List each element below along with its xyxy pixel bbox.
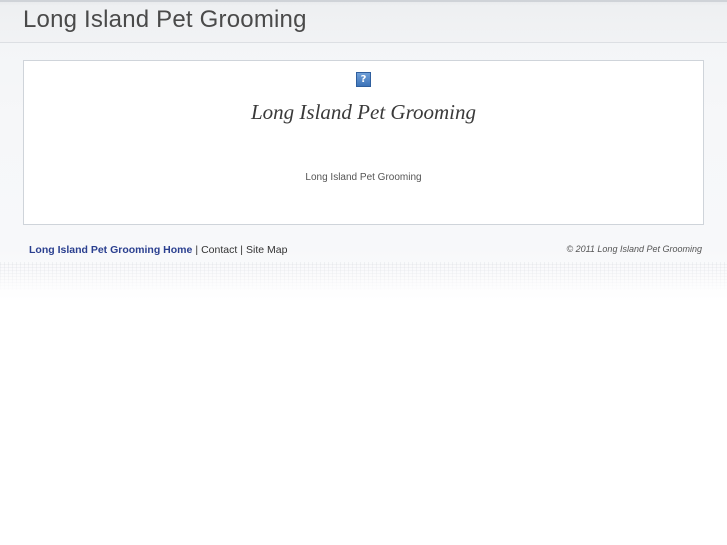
- footer-nav: Long Island Pet Grooming Home | Contact | Si…: [29, 244, 287, 256]
- body-text: Long Island Pet Grooming: [305, 172, 422, 183]
- header-bar: Long Island Pet Grooming: [0, 0, 727, 43]
- content-box: ? Long Island Pet Grooming Long Island P…: [23, 60, 704, 225]
- site-title: Long Island Pet Grooming: [23, 6, 307, 33]
- broken-image-icon: ?: [356, 72, 371, 87]
- decorative-texture: [0, 262, 727, 292]
- page: Long Island Pet Grooming ? Long Island P…: [0, 0, 727, 545]
- footer-link-home[interactable]: Long Island Pet Grooming Home: [29, 244, 192, 256]
- header-top-line: [0, 0, 727, 2]
- footer-link-contact[interactable]: Contact: [201, 244, 237, 256]
- copyright-text: © 2011 Long Island Pet Grooming: [566, 244, 702, 254]
- page-heading: Long Island Pet Grooming: [251, 100, 476, 124]
- footer-separator: |: [195, 244, 199, 256]
- footer-link-site-map[interactable]: Site Map: [246, 244, 287, 256]
- footer-separator: |: [240, 244, 243, 256]
